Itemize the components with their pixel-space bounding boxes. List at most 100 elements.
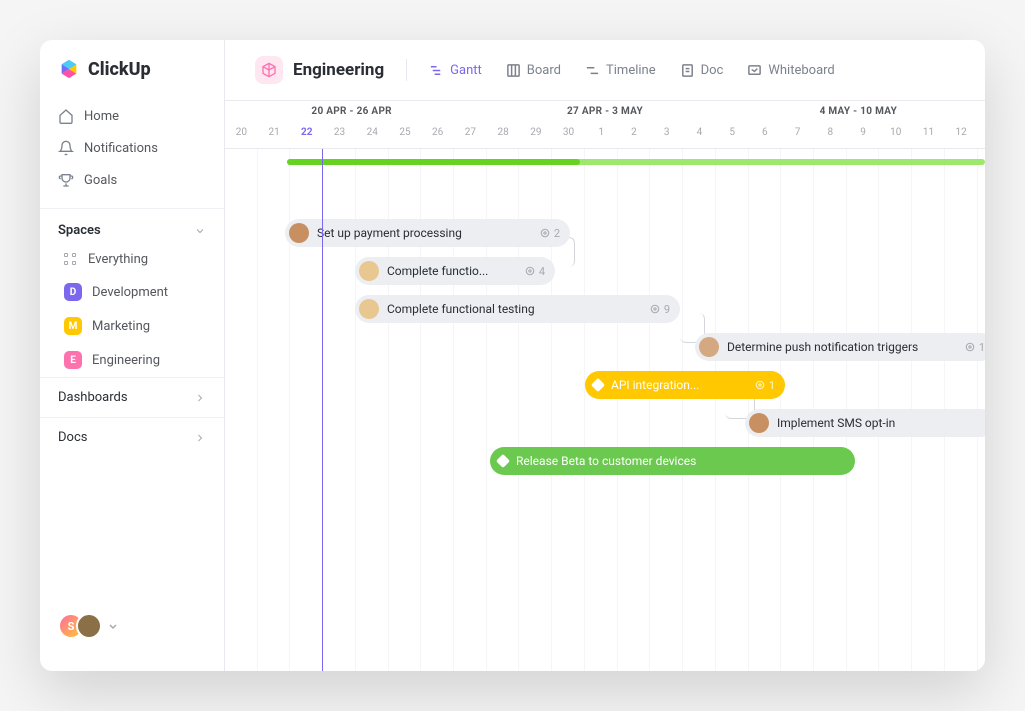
spaces-everything-label: Everything	[88, 252, 148, 267]
milestone-icon	[591, 378, 605, 392]
clickup-logo-icon	[58, 58, 80, 80]
gantt-body[interactable]: TODAY Set up payment processing2Complete…	[225, 149, 985, 671]
workspace-title-label: Engineering	[293, 60, 384, 80]
primary-nav: Home Notifications Goals	[40, 96, 224, 200]
day-cell: 27	[454, 123, 487, 149]
view-label: Timeline	[606, 63, 656, 78]
gantt-task[interactable]: Implement SMS opt-in	[745, 409, 985, 437]
spaces-header-label: Spaces	[58, 223, 101, 238]
gantt-task[interactable]: Complete functio... 4	[355, 257, 555, 285]
spaces-header[interactable]: Spaces	[40, 208, 224, 244]
subtask-count: 4	[524, 265, 545, 278]
subtask-count: 1	[964, 341, 985, 354]
cube-icon	[255, 56, 283, 84]
bell-icon	[58, 140, 74, 156]
day-cell: 1	[585, 123, 618, 149]
view-timeline[interactable]: Timeline	[575, 57, 666, 84]
subtask-count: 1	[754, 379, 775, 392]
doc-icon	[680, 63, 695, 78]
gantt-task[interactable]: Complete functional testing 9	[355, 295, 680, 323]
topbar: Engineering Gantt Board Timeline Doc W	[225, 40, 985, 101]
app-window: ClickUp Home Notifications Goals Spaces …	[40, 40, 985, 671]
dashboards-section[interactable]: Dashboards	[40, 377, 224, 417]
brand-name: ClickUp	[88, 59, 151, 80]
view-label: Doc	[701, 63, 724, 78]
subtask-icon	[754, 379, 766, 391]
tasks-container: Set up payment processing 2 Complete funct…	[225, 149, 985, 671]
spaces-everything[interactable]: Everything	[46, 245, 218, 274]
home-icon	[58, 108, 74, 124]
subtask-icon	[649, 303, 661, 315]
nav-notifications[interactable]: Notifications	[40, 132, 224, 164]
gantt-icon	[429, 63, 444, 78]
divider	[406, 59, 407, 81]
task-label: Determine push notification triggers	[727, 340, 918, 354]
week-cell: 4 MAY - 10 MAY	[732, 101, 985, 123]
task-label: Complete functional testing	[387, 302, 535, 316]
nav-notifications-label: Notifications	[84, 141, 158, 156]
view-whiteboard[interactable]: Whiteboard	[737, 57, 844, 84]
day-cell: 22	[290, 123, 323, 149]
task-label: Implement SMS opt-in	[777, 416, 895, 430]
day-row: 2021222324252627282930123456789101112	[225, 123, 985, 149]
nav-home-label: Home	[84, 109, 119, 124]
day-cell: 8	[814, 123, 847, 149]
week-row: 20 APR - 26 APR27 APR - 3 MAY4 MAY - 10 …	[225, 101, 985, 123]
day-cell: 25	[389, 123, 422, 149]
assignee-avatar	[749, 413, 769, 433]
subtask-icon	[539, 227, 551, 239]
docs-label: Docs	[58, 430, 87, 445]
space-marketing[interactable]: M Marketing	[46, 310, 218, 342]
space-badge: E	[64, 351, 82, 369]
nav-home[interactable]: Home	[40, 100, 224, 132]
trophy-icon	[58, 172, 74, 188]
space-label: Development	[92, 285, 168, 300]
assignee-avatar	[699, 337, 719, 357]
view-board[interactable]: Board	[496, 57, 571, 84]
chevron-right-icon	[194, 392, 206, 404]
milestone-icon	[496, 454, 510, 468]
subtask-count: 2	[539, 227, 560, 240]
chevron-down-icon	[194, 225, 206, 237]
day-cell: 2	[618, 123, 651, 149]
docs-section[interactable]: Docs	[40, 417, 224, 457]
gantt-task[interactable]: Release Beta to customer devices	[490, 447, 855, 475]
day-cell: 26	[421, 123, 454, 149]
view-gantt[interactable]: Gantt	[419, 57, 492, 84]
task-label: API integration...	[611, 378, 699, 392]
space-badge: D	[64, 283, 82, 301]
sidebar: ClickUp Home Notifications Goals Spaces …	[40, 40, 225, 671]
space-engineering[interactable]: E Engineering	[46, 344, 218, 376]
workspace-title[interactable]: Engineering	[245, 52, 394, 88]
subtask-icon	[524, 265, 536, 277]
day-cell: 3	[650, 123, 683, 149]
gantt-task[interactable]: API integration... 1	[585, 371, 785, 399]
view-doc[interactable]: Doc	[670, 57, 734, 84]
timeline-icon	[585, 63, 600, 78]
dashboards-label: Dashboards	[58, 390, 128, 405]
gantt-task[interactable]: Set up payment processing 2	[285, 219, 570, 247]
gantt-task[interactable]: Determine push notification triggers 1	[695, 333, 985, 361]
assignee-avatar	[359, 261, 379, 281]
task-label: Set up payment processing	[317, 226, 462, 240]
nav-goals[interactable]: Goals	[40, 164, 224, 196]
day-cell: 10	[879, 123, 912, 149]
view-label: Board	[527, 63, 561, 78]
whiteboard-icon	[747, 63, 762, 78]
progress-fill	[287, 159, 580, 165]
view-label: Gantt	[450, 63, 482, 78]
brand-logo[interactable]: ClickUp	[40, 58, 224, 96]
space-development[interactable]: D Development	[46, 276, 218, 308]
day-cell: 28	[487, 123, 520, 149]
subtask-count: 9	[649, 303, 670, 316]
day-cell: 20	[225, 123, 258, 149]
board-icon	[506, 63, 521, 78]
task-label: Complete functio...	[387, 264, 488, 278]
day-cell: 9	[847, 123, 880, 149]
week-cell: 20 APR - 26 APR	[225, 101, 478, 123]
main-content: Engineering Gantt Board Timeline Doc W	[225, 40, 985, 671]
overall-progress	[287, 159, 985, 165]
day-cell: 5	[716, 123, 749, 149]
task-label: Release Beta to customer devices	[516, 454, 696, 468]
user-avatars[interactable]: S	[40, 599, 224, 653]
